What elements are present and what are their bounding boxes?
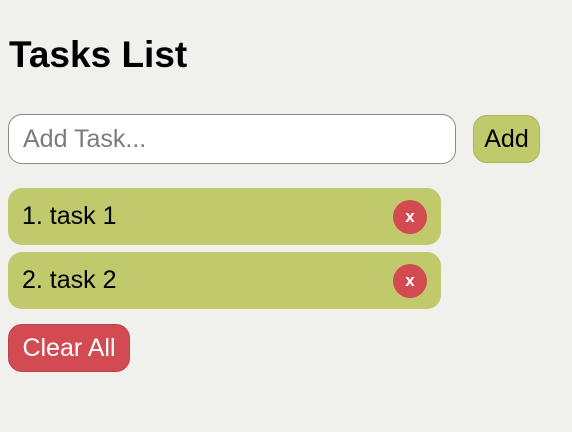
task-label: 1. task 1: [22, 202, 117, 230]
page-title: Tasks List: [9, 34, 188, 75]
task-item: 2. task 2 x: [8, 252, 441, 309]
add-task-button[interactable]: Add: [473, 115, 540, 163]
delete-task-button[interactable]: x: [393, 264, 427, 298]
task-label: 2. task 2: [22, 266, 117, 294]
task-input[interactable]: [8, 114, 456, 164]
task-item: 1. task 1 x: [8, 188, 441, 245]
clear-all-button[interactable]: Clear All: [8, 324, 130, 372]
delete-task-button[interactable]: x: [393, 200, 427, 234]
